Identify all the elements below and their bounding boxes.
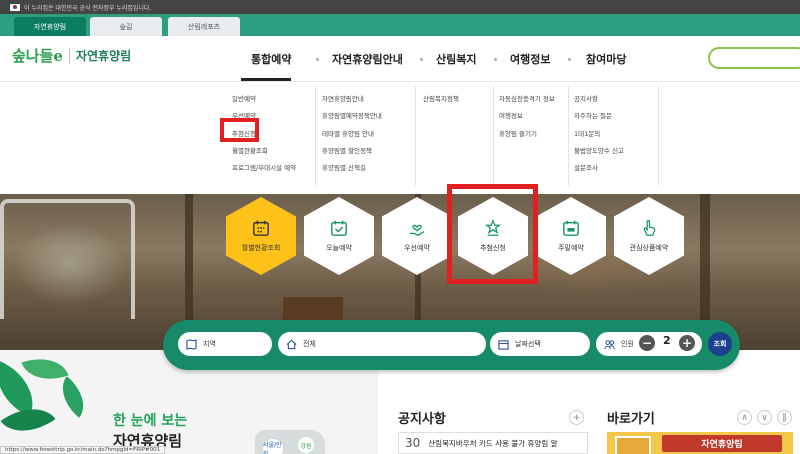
menu-theme-guide[interactable]: 테마별 휴양림 안내 (322, 128, 374, 138)
mega-col-welfare: 산림복지정책 (415, 86, 493, 186)
menu-booking-policy[interactable]: 휴양림별예약정책안내 (322, 110, 382, 120)
home-icon (286, 339, 297, 349)
gnb-travel-info[interactable]: 여행정보 (510, 51, 550, 67)
banner-illustration (615, 436, 651, 454)
gnb-separator (420, 58, 423, 61)
site-tab-recreation-forest[interactable]: 자연휴양림 (14, 17, 86, 36)
site-tab-forest-trail[interactable]: 숲길 (90, 17, 162, 36)
menu-walking-trail[interactable]: 휴양림별 산책길 (322, 162, 366, 172)
quick-label: 오늘예약 (326, 244, 352, 252)
gov-banner: 이 누리집은 대한민국 공식 전자정부 누리집입니다. (0, 0, 800, 14)
quick-weekend-booking[interactable]: 주말예약 (536, 197, 606, 275)
shortcut-pause-button[interactable]: ‖ (777, 410, 792, 425)
menu-aed-info[interactable]: 자동심장충격기 정보 (499, 93, 555, 103)
logo-mark: 숲나들e (12, 47, 63, 65)
leaf-decoration (21, 350, 69, 389)
mega-col-participation: 공지사항 자주하는 질문 1대1문의 불법양도양수 신고 설문조사 (568, 86, 658, 186)
quick-label: 주말예약 (558, 244, 584, 252)
menu-notices[interactable]: 공지사항 (574, 93, 598, 103)
reservation-search-bar: 지역 전체 날짜선택 인원 − 2 + 조회 (163, 320, 740, 370)
date-value: 날짜선택 (515, 340, 541, 348)
gnb-integrated-booking[interactable]: 통합예약 (251, 51, 291, 67)
menu-discount-policy[interactable]: 휴양림별 할인정책 (322, 145, 372, 155)
people-minus-button[interactable]: − (639, 335, 655, 351)
menu-forest-guide[interactable]: 자연휴양림안내 (322, 93, 364, 103)
menu-program-facility-booking[interactable]: 프로그램/부대시설 예약 (232, 162, 296, 172)
map-region-gangwon[interactable]: 강원 (297, 436, 315, 454)
mega-col-travel: 자동심장충격기 정보 여행정보 휴양림 즐기기 (493, 86, 568, 186)
notice-date: 30 (405, 436, 421, 450)
header-search-box[interactable] (708, 47, 800, 69)
gov-banner-text: 이 누리집은 대한민국 공식 전자정부 누리집입니다. (24, 4, 152, 12)
shortcut-prev-button[interactable]: ∧ (737, 410, 752, 425)
notice-more-button[interactable]: + (569, 410, 584, 425)
hand-heart-icon (409, 224, 425, 236)
shortcut-next-button[interactable]: ∨ (757, 410, 772, 425)
highlight-box-lottery-quick (447, 184, 538, 284)
people-icon (604, 339, 615, 349)
site-header: 숲나들e 자연휴양림 통합예약 자연휴양림안내 산림복지 여행정보 참여마당 (0, 36, 800, 82)
type-value: 전체 (303, 340, 316, 348)
mega-col-empty (658, 86, 758, 186)
menu-enjoy-forest[interactable]: 휴양림 즐기기 (499, 128, 537, 138)
logo-divider (68, 47, 70, 64)
people-plus-button[interactable]: + (679, 335, 695, 351)
menu-general-booking[interactable]: 일반예약 (232, 93, 256, 103)
gnb-separator (494, 58, 497, 61)
swing-frame (0, 199, 135, 319)
region-value: 지역 (203, 340, 216, 348)
quick-label: 관심상품예약 (629, 244, 669, 252)
map-icon (186, 338, 197, 350)
people-count: 2 (663, 334, 671, 347)
site-tab-forest-leports[interactable]: 산림레포츠 (168, 17, 240, 36)
map-region-seoul-incheon[interactable]: 서울/인천 (262, 438, 284, 454)
date-select[interactable]: 날짜선택 (490, 332, 590, 356)
menu-one-on-one[interactable]: 1대1문의 (574, 128, 600, 138)
calendar-grid-icon (253, 220, 269, 236)
quick-favorite-booking[interactable]: 관심상품예약 (614, 197, 684, 275)
gnb-active-indicator (241, 78, 291, 81)
calendar-check-icon (331, 220, 347, 236)
quick-label: 월별현황조회 (241, 244, 281, 252)
shortcut-section-title: 바로가기 (607, 412, 655, 427)
menu-welfare-policy[interactable]: 산림복지정책 (423, 93, 459, 103)
gnb-forest-info[interactable]: 자연휴양림안내 (332, 51, 403, 67)
quick-today-booking[interactable]: 오늘예약 (304, 197, 374, 275)
korea-flag-icon (10, 3, 20, 11)
site-tabs: 자연휴양림 숲길 산림레포츠 (0, 14, 800, 36)
calendar-icon (563, 220, 579, 236)
highlight-box-lottery-menu (220, 118, 259, 142)
gnb-participation[interactable]: 참여마당 (586, 51, 626, 67)
menu-illegal-transfer-report[interactable]: 불법양도양수 신고 (574, 145, 624, 155)
menu-travel-info[interactable]: 여행정보 (499, 110, 523, 120)
menu-survey[interactable]: 설문조사 (574, 162, 598, 172)
people-label: 인원 (621, 340, 634, 348)
quick-priority-booking[interactable]: 우선예약 (382, 197, 452, 275)
calendar-icon (498, 339, 509, 350)
notice-headline: 산림복지바우처 카드 사용 불가 휴양림 알 (428, 438, 558, 448)
region-select[interactable]: 지역 (178, 332, 272, 356)
site-logo[interactable]: 숲나들e 자연휴양림 (12, 45, 131, 66)
site-name: 자연휴양림 (75, 49, 132, 63)
gnb-forest-welfare[interactable]: 산림복지 (436, 51, 476, 67)
quick-label: 우선예약 (404, 244, 430, 252)
leaf-decoration (51, 376, 95, 418)
menu-monthly-status[interactable]: 월별현황조회 (232, 145, 268, 155)
shortcut-banner[interactable]: 자연휴양림 (607, 432, 793, 454)
gnb-separator (316, 58, 319, 61)
quick-monthly-status[interactable]: 월별현황조회 (226, 197, 296, 275)
search-submit-button[interactable]: 조회 (708, 332, 732, 356)
mega-menu: 일반예약 우선예약 추첨신청 월별현황조회 프로그램/부대시설 예약 자연휴양림… (0, 82, 800, 194)
notice-item[interactable]: 30 산림복지바우처 카드 사용 불가 휴양림 알 (398, 432, 588, 454)
mega-col-forest-info: 자연휴양림안내 휴양림별예약정책안내 테마별 휴양림 안내 휴양림별 할인정책 … (315, 86, 415, 186)
intro-tagline: 한 눈에 보는 (113, 413, 188, 429)
gnb-separator (568, 58, 571, 61)
hand-pointer-icon (643, 220, 656, 236)
banner-label: 자연휴양림 (662, 435, 782, 452)
status-bar-url: https://www.foresttrip.go.kr/main.do?hmp… (0, 446, 166, 454)
menu-faq[interactable]: 자주하는 질문 (574, 110, 612, 120)
type-select[interactable]: 전체 (278, 332, 486, 356)
notice-section-title: 공지사항 (398, 412, 446, 427)
